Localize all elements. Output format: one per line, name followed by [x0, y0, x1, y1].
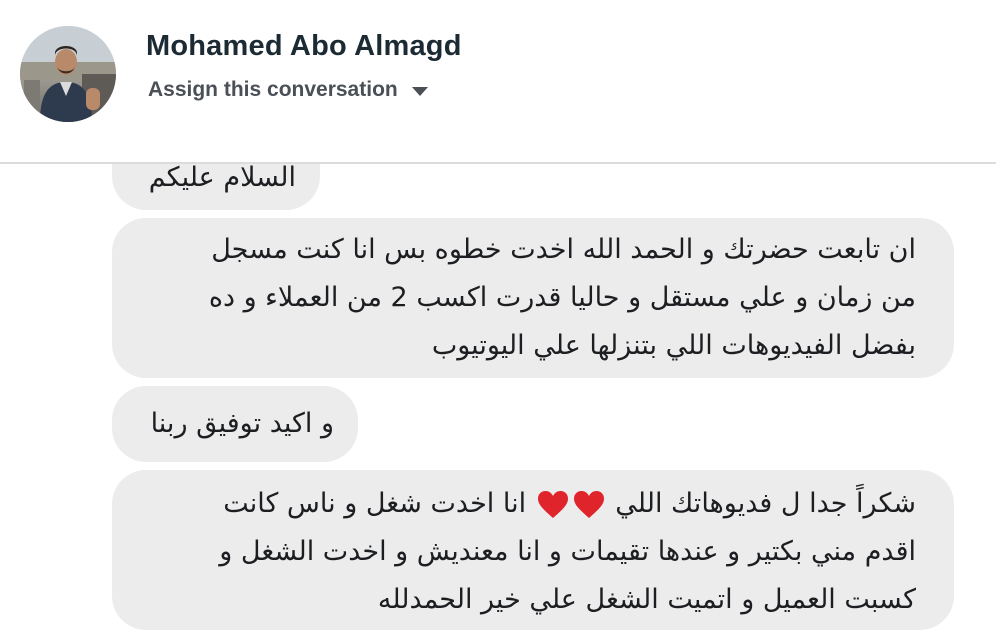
heart-icon [573, 490, 604, 518]
avatar[interactable] [20, 26, 116, 122]
message-bubble: ان تابعت حضرتك و الحمد الله اخدت خطوه بس… [112, 218, 954, 378]
messenger-conversation: السلام عليكم ان تابعت حضرتك و الحمد الله… [0, 0, 996, 634]
assign-conversation-dropdown[interactable]: Assign this conversation [148, 76, 428, 104]
message-bubble: شكراً جدا ل فديوهاتك اللي انا اخدت شغل و… [112, 470, 954, 630]
message-text: من زمان و علي مستقل و حاليا قدرت اكسب 2 … [208, 282, 916, 313]
contact-name[interactable]: Mohamed Abo Almagd [146, 30, 462, 63]
message-text: شكراً جدا ل فديوهاتك اللي [615, 488, 916, 519]
message-text: اقدم مني بكتير و عندها تقيمات و انا معند… [219, 536, 916, 567]
message-text: ان تابعت حضرتك و الحمد الله اخدت خطوه بس… [211, 234, 916, 265]
message-bubble: و اكيد توفيق ربنا [112, 386, 358, 462]
message-text: كسبت العميل و اتميت الشغل علي خير الحمدل… [377, 584, 916, 615]
chevron-down-icon[interactable] [411, 87, 428, 96]
message-text: انا اخدت شغل و ناس كانت [223, 488, 527, 519]
conversation-header: Mohamed Abo Almagd Assign this conversat… [0, 0, 996, 164]
profile-photo [20, 26, 116, 122]
heart-icon [537, 490, 568, 518]
message-line: شكراً جدا ل فديوهاتك اللي انا اخدت شغل و… [134, 480, 916, 528]
assign-conversation-label[interactable]: Assign this conversation [148, 78, 398, 102]
message-text: بفضل الفيديوهات اللي بتنزلها علي اليوتيو… [431, 330, 916, 361]
message-text: و اكيد توفيق ربنا [150, 408, 334, 439]
